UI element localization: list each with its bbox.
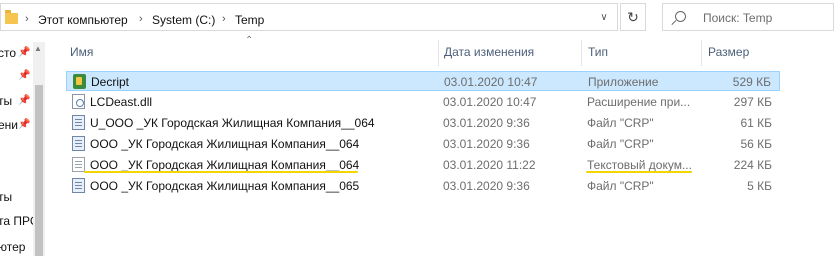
nav-item-video[interactable]: ты: [0, 190, 12, 204]
file-name: LCDeast.dll: [90, 95, 153, 109]
search-input[interactable]: Поиск: Temp: [662, 3, 834, 31]
file-date: 03.01.2020 9:36: [443, 116, 530, 130]
file-type: Расширение при...: [587, 95, 691, 109]
file-name: OOO _УК Городская Жилищная Компания__064: [90, 137, 360, 151]
column-header-name[interactable]: Имя: [70, 45, 93, 59]
file-row[interactable]: U_OOO _УК Городская Жилищная Компания__0…: [66, 113, 780, 133]
breadcrumb-separator: ›: [25, 13, 29, 25]
file-size: 224 КБ: [733, 158, 772, 172]
dll-icon: [72, 94, 85, 109]
file-type: Приложение: [588, 75, 659, 89]
file-name: Decript: [91, 75, 130, 89]
file-date: 03.01.2020 9:36: [443, 137, 530, 151]
file-size: 529 КБ: [732, 75, 771, 89]
file-date: 03.01.2020 11:22: [443, 158, 536, 172]
file-size: 61 КБ: [740, 116, 772, 130]
column-header-type[interactable]: Тип: [588, 45, 608, 59]
file-row[interactable]: LCDeast.dll 03.01.2020 10:47 Расширение …: [66, 92, 780, 112]
folder-icon: [5, 10, 18, 24]
file-date: 03.01.2020 10:47: [443, 95, 537, 109]
navigation-pane: сто 📌 📌 ты 📌 ени 📌 ты та ПРС ютер: [0, 42, 33, 256]
pin-icon: 📌: [18, 119, 31, 130]
file-date: 03.01.2020 10:47: [444, 75, 538, 89]
sort-ascending-icon: ⌃: [245, 35, 254, 46]
highlight-underline: [84, 171, 358, 173]
nav-item-documents[interactable]: ты: [0, 94, 12, 108]
file-row[interactable]: Decript 03.01.2020 10:47 Приложение 529 …: [66, 71, 780, 91]
pin-icon: 📌: [18, 70, 31, 81]
file-size: 56 КБ: [740, 137, 772, 151]
crp-icon: [72, 136, 85, 151]
search-icon: [675, 11, 686, 22]
column-header-date[interactable]: Дата изменения: [444, 45, 534, 59]
crp-icon: [72, 115, 85, 130]
scroll-up-icon[interactable]: ▲: [34, 44, 42, 53]
file-size: 5 КБ: [747, 179, 772, 193]
chevron-down-icon[interactable]: ∨: [593, 8, 615, 28]
search-placeholder: Поиск: Temp: [703, 11, 773, 25]
file-type: Файл "CRP": [587, 116, 654, 130]
address-bar[interactable]: › Этот компьютер › System (C:) › Temp ∨: [0, 3, 618, 31]
file-date: 03.01.2020 9:36: [443, 179, 530, 193]
file-name: U_OOO _УК Городская Жилищная Компания__0…: [90, 116, 375, 130]
column-divider[interactable]: [701, 40, 702, 66]
breadcrumb-system-c[interactable]: System (C:): [152, 13, 215, 27]
breadcrumb-separator: ›: [139, 13, 143, 25]
file-type: Файл "CRP": [587, 179, 654, 193]
app-icon: [73, 74, 86, 89]
file-type: Файл "CRP": [587, 137, 654, 151]
file-name: OOO _УК Городская Жилищная Компания__065: [90, 179, 360, 193]
pin-icon: 📌: [18, 95, 31, 106]
column-divider[interactable]: [581, 40, 582, 66]
column-header-size[interactable]: Размер: [708, 45, 749, 59]
breadcrumb-temp[interactable]: Temp: [235, 13, 264, 27]
file-row[interactable]: OOO _УК Городская Жилищная Компания__065…: [66, 176, 780, 196]
nav-item-folder[interactable]: та ПРС: [0, 214, 33, 228]
highlight-underline: [586, 171, 692, 173]
crp-icon: [72, 178, 85, 193]
column-divider[interactable]: [438, 40, 439, 66]
breadcrumb-this-pc[interactable]: Этот компьютер: [38, 13, 128, 27]
file-size: 297 КБ: [733, 95, 772, 109]
file-type: Текстовый докум...: [587, 158, 692, 172]
nav-item-desktop[interactable]: сто: [0, 46, 16, 60]
nav-item-pictures[interactable]: ени: [0, 118, 18, 132]
text-file-icon: [72, 157, 85, 172]
breadcrumb-separator: ›: [222, 13, 226, 25]
nav-scrollbar-thumb[interactable]: [35, 85, 43, 256]
pin-icon: 📌: [18, 47, 31, 58]
refresh-icon[interactable]: ↻: [620, 3, 646, 31]
file-name: OOO _УК Городская Жилищная Компания__064: [90, 158, 360, 172]
file-row[interactable]: OOO _УК Городская Жилищная Компания__064…: [66, 134, 780, 154]
nav-item-this-pc[interactable]: ютер: [0, 240, 25, 254]
